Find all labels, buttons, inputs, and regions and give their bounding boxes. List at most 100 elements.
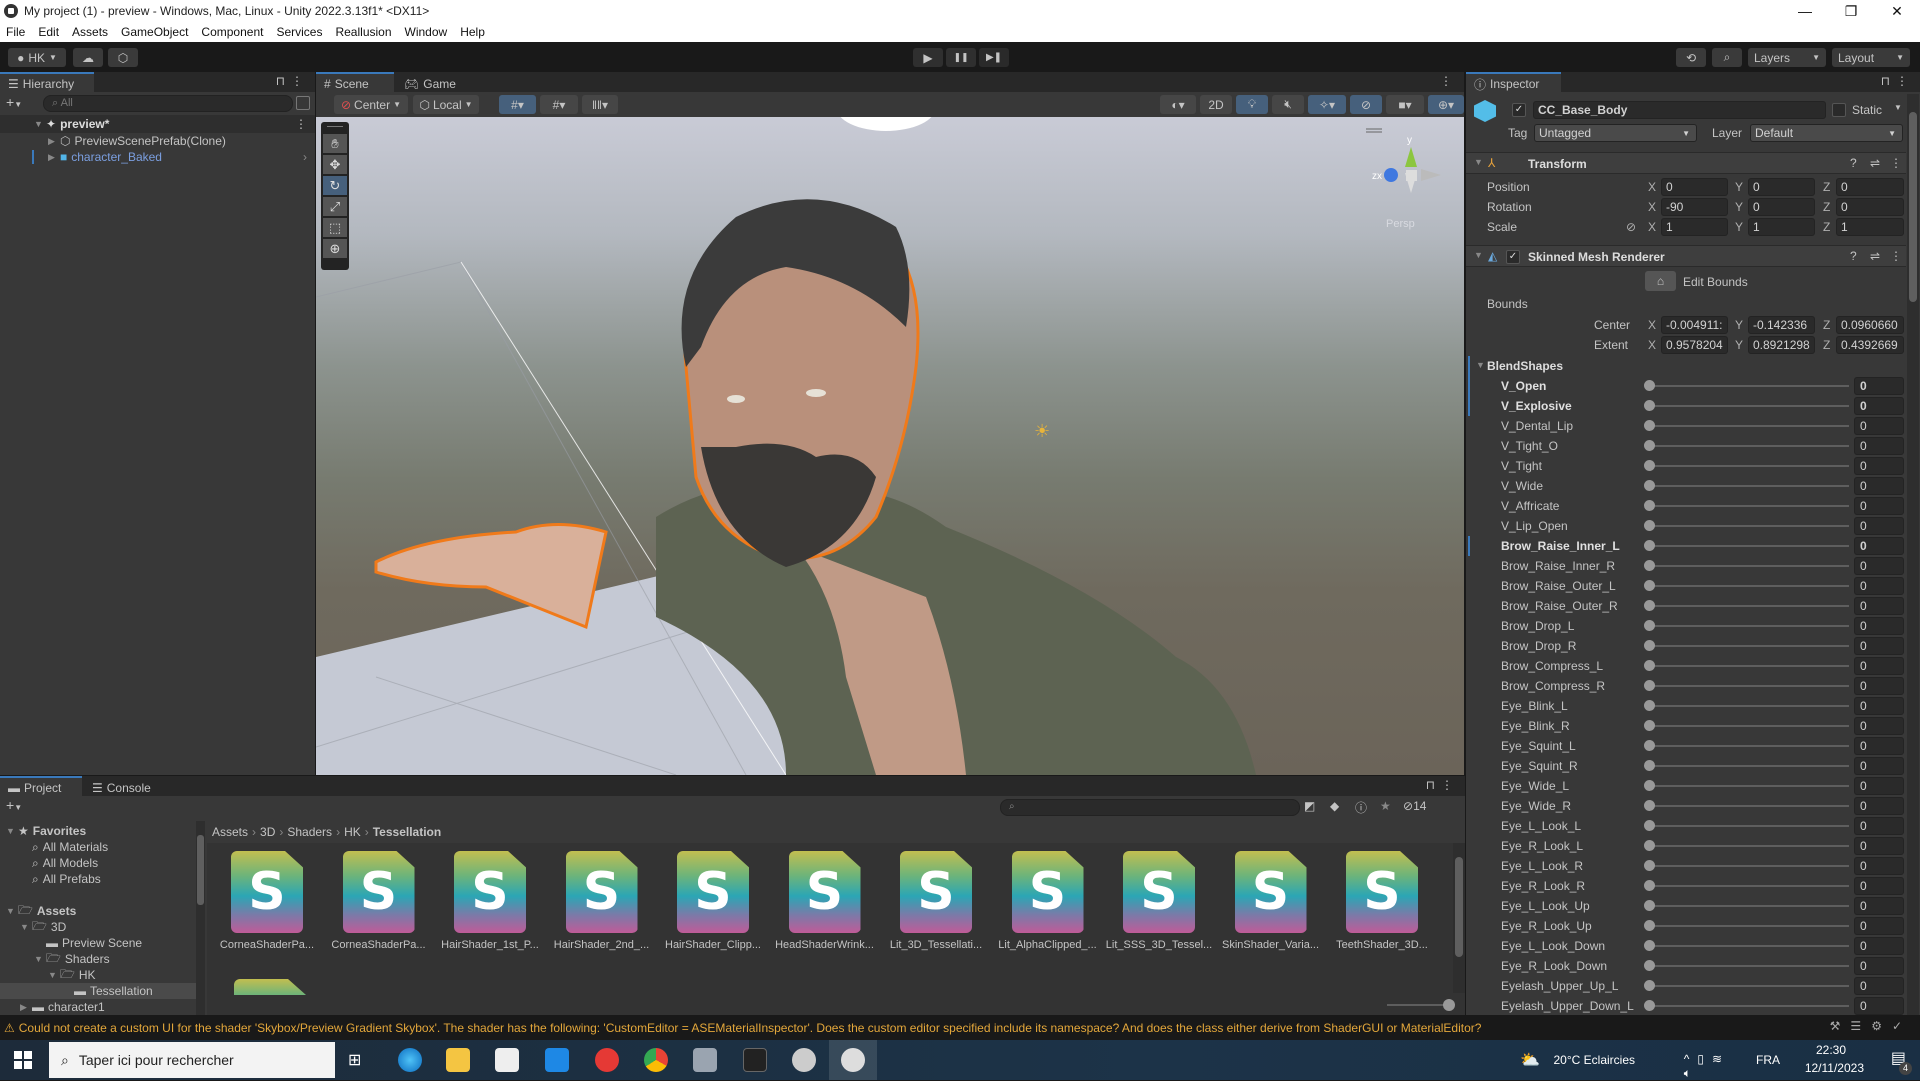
blendshape-value-input[interactable]: 0 <box>1854 737 1904 755</box>
lock-icon[interactable]: ⊓ <box>1881 74 1896 88</box>
account-dropdown[interactable]: ● HK ▼ <box>8 48 66 67</box>
menu-file[interactable]: File <box>6 25 25 39</box>
expand-icon[interactable]: ▼ <box>48 970 60 980</box>
expand-icon[interactable]: ▼ <box>6 906 18 916</box>
hand-tool-button[interactable]: ✋︎ <box>323 134 347 153</box>
blendshape-value-input[interactable]: 0 <box>1854 497 1904 515</box>
blendshape-value-input[interactable]: 0 <box>1854 897 1904 915</box>
renderer-enabled-checkbox[interactable]: ✓ <box>1506 250 1520 264</box>
menu-gameobject[interactable]: GameObject <box>121 25 188 39</box>
slider-knob[interactable] <box>1644 640 1655 651</box>
search-by-type-button[interactable]: ◩ <box>1304 799 1315 813</box>
layout-dropdown[interactable]: Layout ▼ <box>1832 48 1910 67</box>
blendshape-slider[interactable] <box>1649 545 1849 547</box>
more-icon[interactable]: ⋮ <box>295 117 307 131</box>
maximize-button[interactable]: ❐ <box>1828 0 1874 22</box>
blendshape-value-input[interactable]: 0 <box>1854 757 1904 775</box>
search-button[interactable]: ⌕ <box>1712 48 1742 67</box>
scene-visibility-toggle[interactable]: ⊘ <box>1350 95 1382 114</box>
project-tree-item[interactable]: ⌕ All Prefabs <box>0 871 200 887</box>
active-checkbox[interactable]: ✓ <box>1512 103 1526 117</box>
blendshape-value-input[interactable]: 0 <box>1854 937 1904 955</box>
blendshape-value-input[interactable]: 0 <box>1854 777 1904 795</box>
tab-game[interactable]: 🎮︎ Game <box>396 72 462 92</box>
menu-component[interactable]: Component <box>201 25 263 39</box>
tag-dropdown[interactable]: Untagged ▼ <box>1534 124 1697 142</box>
blendshape-slider[interactable] <box>1649 765 1849 767</box>
blendshape-value-input[interactable]: 0 <box>1854 997 1904 1015</box>
blendshape-slider[interactable] <box>1649 525 1849 527</box>
slider-knob[interactable] <box>1644 500 1655 511</box>
project-tree-item[interactable]: ▼ 🗁︎ 3D <box>0 919 200 935</box>
chrome-icon[interactable] <box>644 1048 668 1072</box>
slider-knob[interactable] <box>1644 960 1655 971</box>
rotation-y-input[interactable]: 0 <box>1748 198 1815 216</box>
hierarchy-search-input[interactable]: ⌕ All <box>43 95 293 112</box>
blendshape-value-input[interactable]: 0 <box>1854 397 1904 415</box>
slider-knob[interactable] <box>1644 860 1655 871</box>
blendshape-slider[interactable] <box>1649 445 1849 447</box>
add-button[interactable]: +▼ <box>6 94 22 110</box>
blendshape-value-input[interactable]: 0 <box>1854 697 1904 715</box>
slider-knob[interactable] <box>1644 740 1655 751</box>
blendshape-value-input[interactable]: 0 <box>1854 557 1904 575</box>
asset-item[interactable]: S Lit_AlphaClipped_... <box>993 851 1103 951</box>
blendshape-value-input[interactable]: 0 <box>1854 977 1904 995</box>
transform-header[interactable]: ▼ ⅄ Transform ? ⇌ ⋮ <box>1466 152 1906 174</box>
slider-knob[interactable] <box>1644 920 1655 931</box>
rect-tool-button[interactable]: ⬚ <box>323 218 347 237</box>
slider-knob[interactable] <box>1644 420 1655 431</box>
slider-knob[interactable] <box>1644 880 1655 891</box>
more-icon[interactable]: ⋮ <box>1896 74 1914 88</box>
blendshape-slider[interactable] <box>1649 665 1849 667</box>
slider-knob[interactable] <box>1644 760 1655 771</box>
scale-y-input[interactable]: 1 <box>1748 218 1815 236</box>
slider-knob[interactable] <box>1644 940 1655 951</box>
mail-icon[interactable] <box>545 1048 569 1072</box>
task-view-icon[interactable]: ⊞ <box>348 1050 361 1070</box>
tab-scene[interactable]: # Scene <box>316 72 394 92</box>
blendshape-value-input[interactable]: 0 <box>1854 377 1904 395</box>
blendshape-value-input[interactable]: 0 <box>1854 597 1904 615</box>
unity-editor-taskbar-button[interactable] <box>829 1040 877 1080</box>
play-button[interactable]: ▶ <box>913 48 943 67</box>
search-by-label-button[interactable]: ◆ <box>1330 799 1339 813</box>
skinned-mesh-renderer-header[interactable]: ▼ ◭ ✓ Skinned Mesh Renderer ? ⇌ ⋮ <box>1466 245 1906 267</box>
lock-icon[interactable]: ⊓ <box>276 74 291 88</box>
gizmos-dropdown[interactable]: ⊕▾ <box>1428 95 1464 114</box>
blendshape-value-input[interactable]: 0 <box>1854 517 1904 535</box>
blendshape-value-input[interactable]: 0 <box>1854 957 1904 975</box>
slider-knob[interactable] <box>1644 660 1655 671</box>
breadcrumb-item[interactable]: Assets <box>212 825 248 839</box>
center-y-input[interactable]: -0.142336 <box>1748 316 1815 334</box>
preset-icon[interactable]: ⇌ <box>1870 249 1880 263</box>
log-types-button[interactable]: ⓘ <box>1355 799 1367 816</box>
rotate-tool-button[interactable]: ↻ <box>323 176 347 195</box>
project-tree-item[interactable]: ▼ 🗁︎ Assets <box>0 903 200 919</box>
menu-reallusion[interactable]: Reallusion <box>335 25 391 39</box>
object-name-input[interactable]: CC_Base_Body <box>1533 101 1826 119</box>
blendshape-slider[interactable] <box>1649 1005 1849 1007</box>
breadcrumb-item[interactable]: HK <box>344 825 361 839</box>
minimize-button[interactable]: — <box>1782 0 1828 22</box>
gameobject-cube-icon[interactable] <box>1474 100 1496 122</box>
blendshape-value-input[interactable]: 0 <box>1854 917 1904 935</box>
menu-window[interactable]: Window <box>405 25 448 39</box>
blendshape-slider[interactable] <box>1649 805 1849 807</box>
icon-size-slider[interactable] <box>1387 999 1455 1011</box>
clock-date[interactable]: 12/11/2023 <box>1805 1061 1864 1075</box>
slider-knob[interactable] <box>1644 680 1655 691</box>
slider-knob[interactable] <box>1644 980 1655 991</box>
slider-knob[interactable] <box>1644 560 1655 571</box>
slider-knob[interactable] <box>1644 380 1655 391</box>
lock-icon[interactable]: ⊓ <box>1426 778 1441 792</box>
opera-icon[interactable] <box>595 1048 619 1072</box>
slider-knob[interactable] <box>1644 620 1655 631</box>
menu-edit[interactable]: Edit <box>38 25 59 39</box>
blendshape-value-input[interactable]: 0 <box>1854 457 1904 475</box>
blendshape-slider[interactable] <box>1649 485 1849 487</box>
chevron-right-icon[interactable]: › <box>303 150 307 164</box>
blendshape-slider[interactable] <box>1649 625 1849 627</box>
asset-item[interactable]: S HairShader_2nd_... <box>547 851 657 951</box>
camera-dropdown[interactable]: ■▾ <box>1386 95 1424 114</box>
